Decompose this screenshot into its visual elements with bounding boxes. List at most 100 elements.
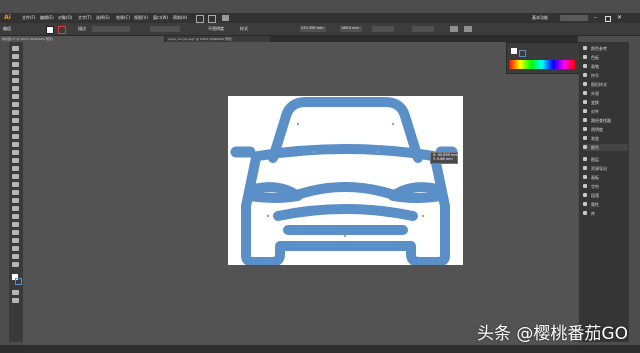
layout-icon[interactable]	[222, 15, 229, 21]
color-panel[interactable]	[506, 42, 580, 74]
properties-icon	[583, 202, 587, 206]
minimize-icon[interactable]: –	[594, 15, 597, 21]
menu-item-select[interactable]: 选择(S)	[96, 16, 110, 20]
selection-tool-icon[interactable]	[12, 46, 19, 51]
menu-item-effect[interactable]: 效果(C)	[116, 16, 130, 20]
height-value: 166.5 mm	[341, 26, 359, 30]
pencil-tool-icon[interactable]	[12, 126, 19, 131]
anchor-point	[343, 234, 347, 238]
artboard-tool-icon[interactable]	[12, 238, 19, 243]
direct-selection-tool-icon[interactable]	[12, 54, 19, 59]
width-tool-icon[interactable]	[12, 158, 19, 163]
panel-item-graphic-styles[interactable]: 图形样式	[583, 81, 628, 88]
menu-item-edit[interactable]: 编辑(E)	[40, 16, 54, 20]
panel-item-asset-export[interactable]: 资源导出	[583, 165, 628, 172]
measure-tooltip: X: 95.699 mm Y: 0.88 mm	[430, 152, 458, 164]
perspective-tool-icon[interactable]	[12, 182, 19, 187]
slice-tool-icon[interactable]	[12, 246, 19, 251]
curvature-tool-icon[interactable]	[12, 86, 19, 91]
transform-icon[interactable]	[450, 26, 458, 32]
menu-item-window[interactable]: 窗口(W)	[153, 16, 168, 20]
fill-swatch[interactable]	[46, 26, 54, 34]
shape-builder-tool-icon[interactable]	[12, 174, 19, 179]
stroke-swatch[interactable]	[58, 26, 66, 34]
line-tool-icon[interactable]	[12, 102, 19, 107]
workspace-switcher[interactable]: 基本功能	[532, 16, 548, 20]
selection-label: 编组	[3, 26, 11, 31]
hand-tool-icon[interactable]	[12, 254, 19, 259]
align-icon[interactable]	[464, 26, 472, 32]
brushes-icon	[583, 64, 587, 68]
watermark-text: 头条 @樱桃番茄GO	[477, 324, 628, 344]
panel-item-artboards[interactable]: 画板	[583, 174, 628, 181]
panel-item-symbols[interactable]: 符号	[583, 72, 628, 79]
eraser-tool-icon[interactable]	[12, 134, 19, 139]
height-field[interactable]: 166.5 mm	[340, 26, 362, 32]
panel-fill-swatch[interactable]	[511, 48, 517, 54]
screen-mode-icon[interactable]	[12, 298, 19, 303]
panel-item-transparency[interactable]: 透明度	[583, 126, 628, 133]
color-icon	[583, 145, 587, 149]
panel-item-color-guide[interactable]: 颜色参考	[583, 45, 628, 52]
paintbrush-tool-icon[interactable]	[12, 118, 19, 123]
arrange-icon[interactable]	[208, 15, 216, 23]
blend-tool-icon[interactable]	[12, 214, 19, 219]
magic-wand-tool-icon[interactable]	[12, 62, 19, 67]
menu-bar: Ai 文件(F) 编辑(E) 对象(O) 文字(T) 选择(S) 效果(C) 视…	[0, 13, 640, 23]
width-field[interactable]: 233.359 mm	[300, 26, 326, 32]
scale-tool-icon[interactable]	[12, 150, 19, 155]
rotate-tool-icon[interactable]	[12, 142, 19, 147]
coord-field-x[interactable]	[372, 26, 394, 32]
graph-tool-icon[interactable]	[12, 230, 19, 235]
panel-item-transform[interactable]: 变换	[583, 99, 628, 106]
panel-item-pathfinder[interactable]: 路径查找器	[583, 117, 628, 124]
stroke-weight-field[interactable]	[92, 26, 130, 32]
coord-field-y[interactable]	[412, 26, 434, 32]
panel-item-layers[interactable]: 图层	[583, 156, 628, 163]
panel-item-align[interactable]: 对齐	[583, 108, 628, 115]
menu-item-help[interactable]: 帮助(H)	[173, 16, 187, 20]
panel-item-appearance[interactable]: 外观	[583, 90, 628, 97]
menu-item-type[interactable]: 文字(T)	[78, 16, 92, 20]
stroke-color-icon[interactable]	[15, 278, 22, 285]
transform-panel-icon	[583, 100, 587, 104]
panel-item-paragraph[interactable]: 段落	[583, 192, 628, 199]
zoom-tool-icon[interactable]	[12, 262, 19, 267]
anchor-point	[376, 150, 380, 154]
eyedropper-tool-icon[interactable]	[12, 206, 19, 211]
menu-item-object[interactable]: 对象(O)	[58, 16, 72, 20]
anchor-point	[391, 122, 395, 126]
search-stock-field[interactable]	[560, 15, 588, 21]
pen-tool-icon[interactable]	[12, 78, 19, 83]
panel-item-swatches[interactable]: 色板	[583, 54, 628, 61]
menu-item-view[interactable]: 视图(V)	[134, 16, 148, 20]
tools-panel	[9, 42, 23, 342]
menu-item-file[interactable]: 文件(F)	[22, 16, 35, 20]
libraries-icon	[583, 211, 587, 215]
type-tool-icon[interactable]	[12, 94, 19, 99]
gradient-tool-icon[interactable]	[12, 198, 19, 203]
bridge-icon[interactable]	[196, 15, 204, 23]
anchor-point	[312, 150, 316, 154]
mesh-tool-icon[interactable]	[12, 190, 19, 195]
car-grille-upper	[273, 204, 418, 221]
panel-item-character[interactable]: 字符	[583, 183, 628, 190]
lasso-tool-icon[interactable]	[12, 70, 19, 75]
panel-item-brushes[interactable]: 画笔	[583, 63, 628, 70]
artboard[interactable]	[228, 96, 463, 265]
panel-stroke-swatch[interactable]	[519, 50, 526, 57]
panel-item-libraries[interactable]: 库	[583, 210, 628, 217]
panel-item-color[interactable]: 颜色	[583, 144, 628, 151]
car-front-icon[interactable]	[228, 96, 463, 265]
draw-mode-icon[interactable]	[12, 290, 19, 295]
width-value: 233.359 mm	[301, 26, 324, 30]
free-transform-tool-icon[interactable]	[12, 166, 19, 171]
panel-item-properties[interactable]: 属性	[583, 201, 628, 208]
color-spectrum[interactable]	[509, 60, 575, 69]
close-icon[interactable]: ✕	[617, 15, 622, 21]
brush-definition-dropdown[interactable]	[150, 26, 180, 32]
panel-item-gradient[interactable]: 渐变	[583, 135, 628, 142]
symbol-sprayer-tool-icon[interactable]	[12, 222, 19, 227]
maximize-icon[interactable]	[605, 16, 611, 22]
rectangle-tool-icon[interactable]	[12, 110, 19, 115]
